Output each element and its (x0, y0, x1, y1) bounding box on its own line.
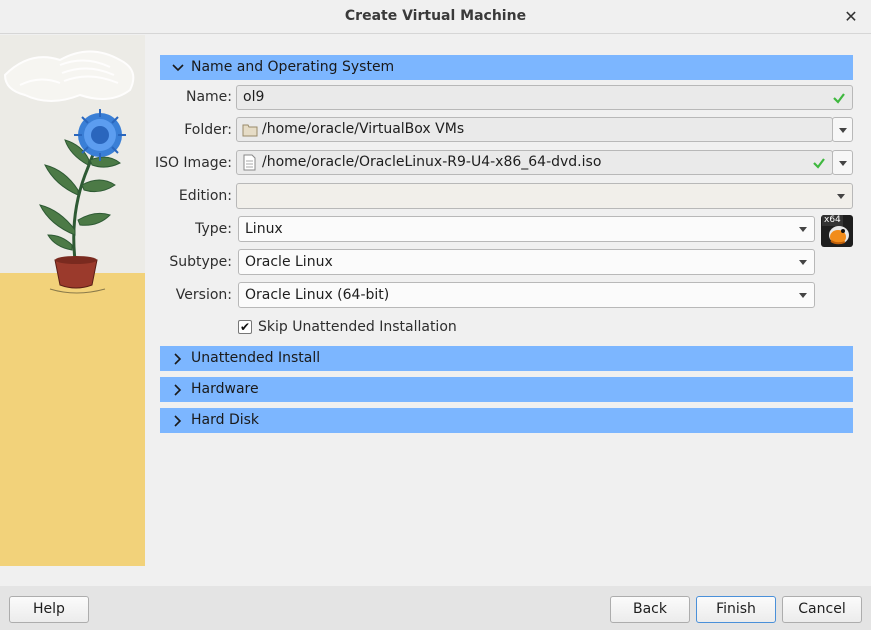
section-hard-disk[interactable]: Hard Disk (160, 408, 853, 433)
type-value: Linux (245, 221, 283, 237)
type-combo[interactable]: Linux (238, 216, 815, 242)
x64-badge: x64 (822, 215, 843, 226)
valid-check-icon (813, 158, 825, 169)
name-input[interactable]: ol9 (236, 85, 853, 110)
edition-label: Edition: (178, 188, 232, 204)
skip-unattended-checkbox[interactable]: ✔ (238, 320, 252, 334)
cancel-button[interactable]: Cancel (782, 596, 862, 623)
chevron-down-icon (839, 128, 847, 133)
section-name-os[interactable]: Name and Operating System (160, 55, 853, 80)
os-type-icon: x64 (821, 215, 853, 247)
folder-value: /home/oracle/VirtualBox VMs (262, 121, 465, 137)
subtype-combo[interactable]: Oracle Linux (238, 249, 815, 275)
iso-label: ISO Image: (154, 155, 232, 171)
chevron-right-icon (174, 353, 182, 365)
chevron-down-icon (839, 161, 847, 166)
valid-check-icon (833, 93, 845, 104)
version-value: Oracle Linux (64-bit) (245, 287, 390, 303)
section-hardware[interactable]: Hardware (160, 377, 853, 402)
skip-unattended-label[interactable]: Skip Unattended Installation (258, 319, 457, 335)
subtype-value: Oracle Linux (245, 254, 333, 270)
folder-dropdown-button[interactable] (832, 117, 853, 142)
window-title: Create Virtual Machine (344, 8, 527, 24)
chevron-down-icon (799, 293, 807, 298)
section-label: Unattended Install (191, 350, 321, 366)
subtype-label: Subtype: (169, 254, 232, 270)
iso-dropdown-button[interactable] (832, 150, 853, 175)
name-label: Name: (185, 89, 232, 105)
checkmark-icon: ✔ (239, 320, 251, 334)
title-bar: Create Virtual Machine ✕ (0, 0, 871, 34)
back-button[interactable]: Back (610, 596, 690, 623)
chevron-down-icon (799, 260, 807, 265)
folder-icon (242, 124, 258, 137)
edition-combo[interactable] (236, 183, 853, 209)
chevron-right-icon (174, 384, 182, 396)
close-icon: ✕ (844, 7, 858, 26)
section-unattended-install[interactable]: Unattended Install (160, 346, 853, 371)
section-label: Hard Disk (191, 412, 260, 428)
iso-combo[interactable]: /home/oracle/OracleLinux-R9-U4-x86_64-dv… (236, 150, 833, 175)
file-icon (243, 154, 256, 171)
help-button[interactable]: Help (9, 596, 89, 623)
finish-button[interactable]: Finish (696, 596, 776, 623)
chevron-down-icon (837, 194, 845, 199)
name-value: ol9 (243, 89, 265, 105)
close-button[interactable]: ✕ (839, 5, 863, 29)
chevron-down-icon (172, 64, 184, 72)
section-label: Name and Operating System (191, 59, 395, 75)
section-label: Hardware (191, 381, 259, 397)
type-label: Type: (195, 221, 232, 237)
chevron-right-icon (174, 415, 182, 427)
version-label: Version: (175, 287, 232, 303)
folder-label: Folder: (184, 122, 232, 138)
folder-combo[interactable]: /home/oracle/VirtualBox VMs (236, 117, 833, 142)
chevron-down-icon (799, 227, 807, 232)
iso-value: /home/oracle/OracleLinux-R9-U4-x86_64-dv… (262, 154, 602, 170)
version-combo[interactable]: Oracle Linux (64-bit) (238, 282, 815, 308)
